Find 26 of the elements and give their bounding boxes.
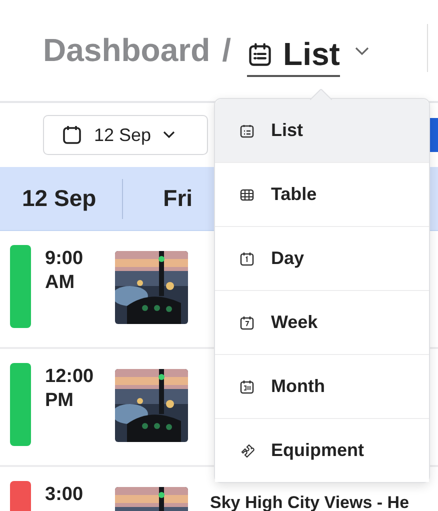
view-switch[interactable]: List	[247, 30, 340, 77]
day-date: 12 Sep	[22, 185, 96, 212]
event-time: 12:00	[45, 365, 95, 389]
event-period: AM	[45, 271, 76, 295]
day-weekday: Fri	[163, 185, 193, 212]
calendar-icon	[239, 250, 255, 266]
event-period: PM	[45, 389, 74, 413]
menu-item[interactable]: Month	[215, 354, 429, 418]
table-icon	[239, 186, 255, 202]
date-picker[interactable]: 12 Sep	[43, 115, 208, 155]
menu-item[interactable]: Week	[215, 290, 429, 354]
calendar-icon	[239, 378, 255, 394]
menu-item[interactable]: List	[215, 99, 429, 162]
breadcrumb-separator: /	[222, 32, 232, 69]
event-time: 9:00	[45, 247, 84, 271]
chevron-down-icon	[163, 131, 176, 139]
list-icon	[247, 42, 274, 68]
menu-item[interactable]: Table	[215, 162, 429, 226]
chevron-down-icon[interactable]	[354, 46, 370, 56]
list-icon	[239, 122, 255, 138]
puzzle-icon	[239, 442, 255, 458]
calendar-icon	[62, 125, 82, 145]
event-time: 3:00	[45, 483, 84, 507]
calendar-icon	[239, 314, 255, 330]
menu-item[interactable]: Day	[215, 226, 429, 290]
menu-item[interactable]: Equipment	[215, 418, 429, 482]
